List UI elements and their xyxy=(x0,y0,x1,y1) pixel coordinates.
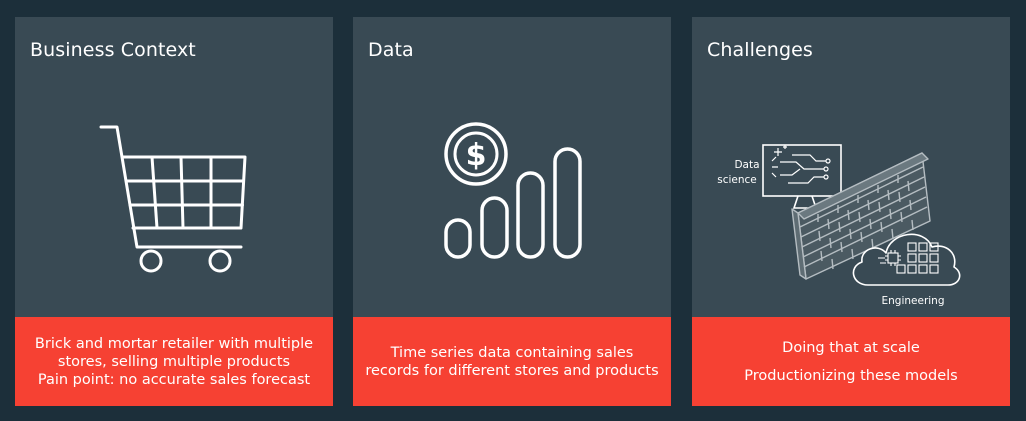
panel-challenges: Challenges Data science Engineering Doin… xyxy=(692,17,1010,406)
panel-footer: Time series data containing sales record… xyxy=(353,317,671,406)
panel-data: Data $ Time series data containing sales… xyxy=(353,17,671,406)
footer-line: Productionizing these models xyxy=(744,367,958,384)
data-science-engineering-wall-icon: Data science Engineering xyxy=(717,144,961,307)
panel-business-context: Business Context Brick and mortar retail… xyxy=(15,17,333,406)
shopping-cart-icon xyxy=(99,125,247,273)
panel-footer: Brick and mortar retailer with multiple … xyxy=(15,317,333,406)
data-science-label: science xyxy=(717,174,757,186)
footer-line: Brick and mortar retailer with multiple … xyxy=(34,335,314,370)
data-science-label: Data xyxy=(734,159,759,171)
footer-line: Doing that at scale xyxy=(782,339,920,356)
sparkle-icon xyxy=(774,145,787,156)
svg-text:$: $ xyxy=(466,138,487,173)
footer-line: Time series data containing sales record… xyxy=(365,344,659,379)
engineering-label: Engineering xyxy=(882,295,945,307)
dollar-bar-chart-icon: $ xyxy=(444,122,582,259)
panel-footer: Doing that at scale Productionizing thes… xyxy=(692,317,1010,406)
footer-line: Pain point: no accurate sales forecast xyxy=(37,371,311,388)
